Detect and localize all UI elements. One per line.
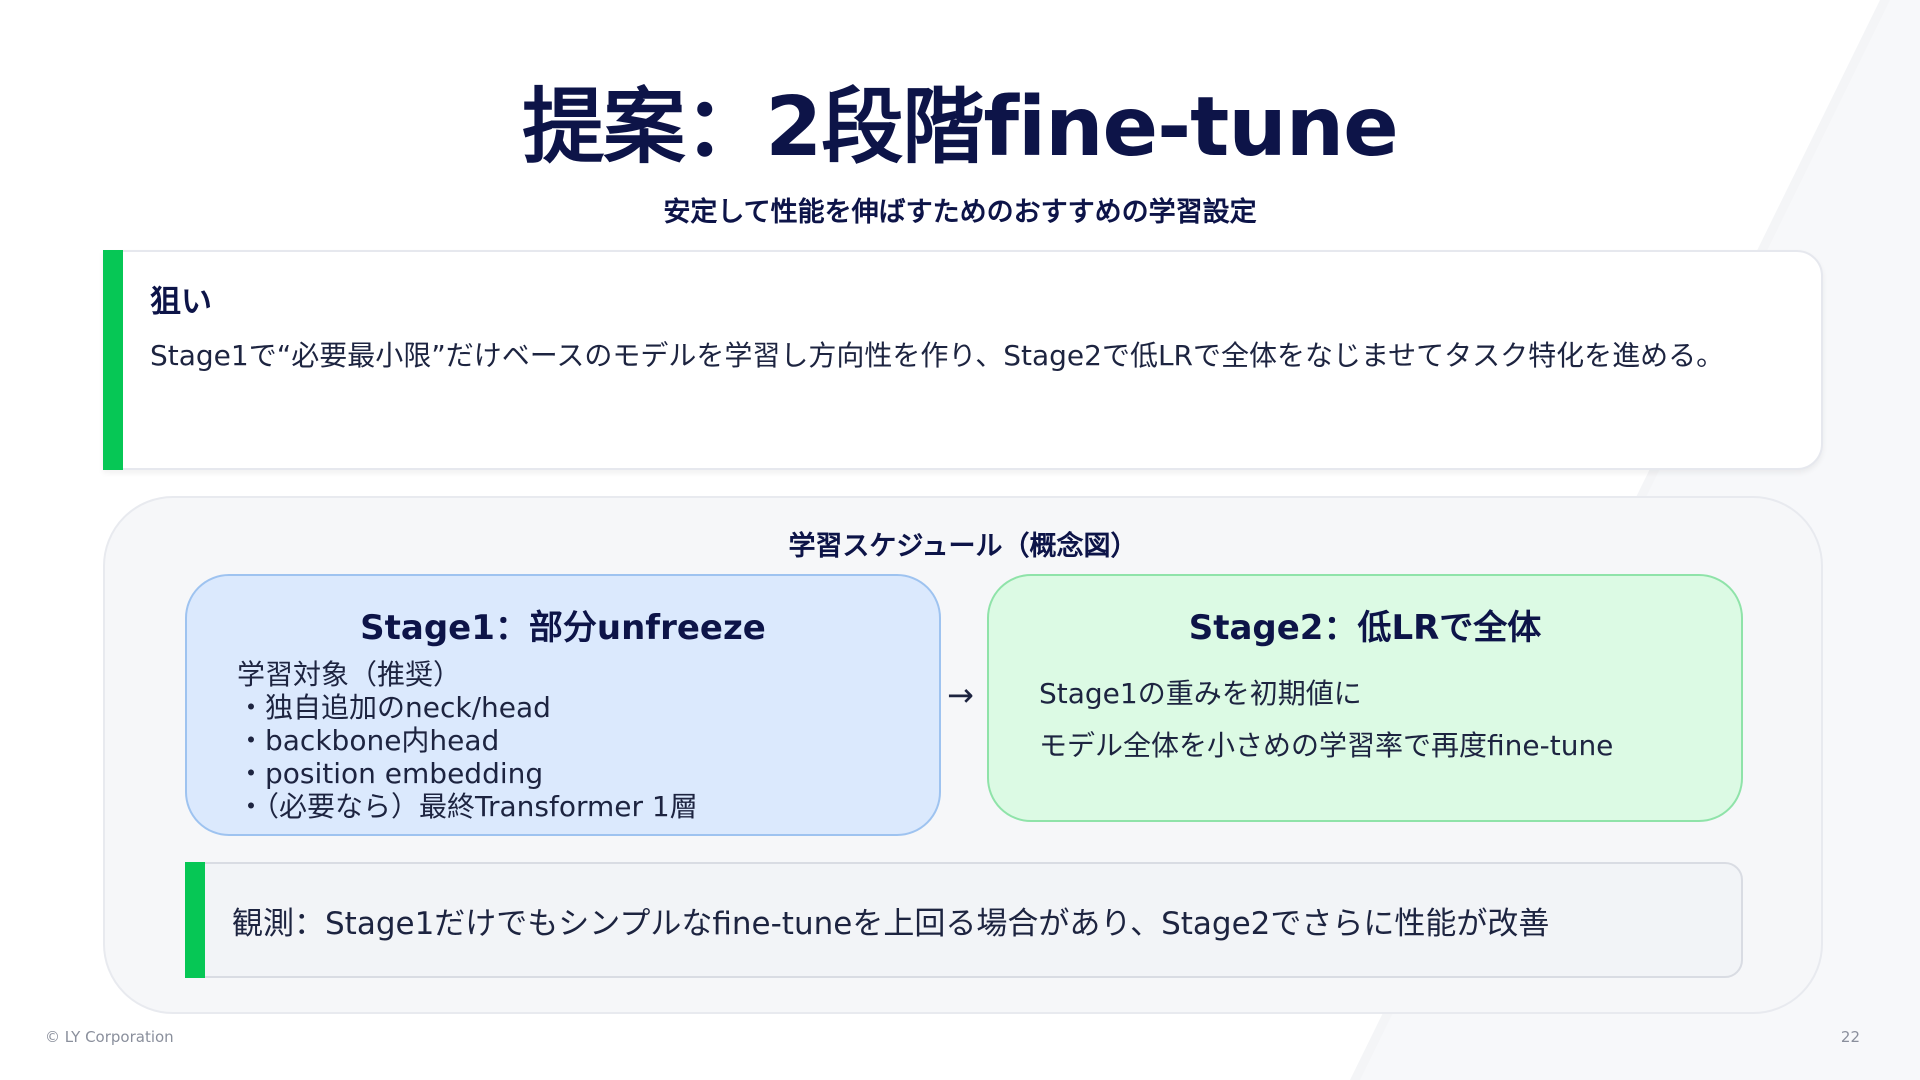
schedule-panel: 学習スケジュール（概念図） Stage1：部分unfreeze 学習対象（推奨）… xyxy=(103,496,1823,1014)
aim-heading: 狙い xyxy=(150,284,212,320)
schedule-title: 学習スケジュール（概念図） xyxy=(788,531,1138,562)
observation-box: 観測：Stage1だけでもシンプルなfine-tuneを上回る場合があり、Sta… xyxy=(185,862,1743,978)
stage1-line: 学習対象（推奨） xyxy=(237,658,462,691)
stage2-line: モデル全体を小さめの学習率で再度fine-tune xyxy=(1039,729,1614,762)
stage1-card: Stage1：部分unfreeze 学習対象（推奨） ・独自追加のneck/he… xyxy=(185,574,941,836)
stage1-line: ・（必要なら）最終Transformer 1層 xyxy=(237,790,698,823)
aim-text: Stage1で“必要最小限”だけベースのモデルを学習し方向性を作り、Stage2… xyxy=(150,339,1725,372)
stage1-list: 学習対象（推奨） ・独自追加のneck/head ・backbone内head … xyxy=(237,658,698,823)
page-subtitle: 安定して性能を伸ばすためのおすすめの学習設定 xyxy=(663,197,1257,228)
stage2-line: Stage1の重みを初期値に xyxy=(1039,677,1362,710)
observation-text: 観測：Stage1だけでもシンプルなfine-tuneを上回る場合があり、Sta… xyxy=(232,906,1550,942)
copyright: © LY Corporation xyxy=(45,1028,174,1046)
stage1-line: ・position embedding xyxy=(237,757,544,790)
aim-card: 狙い Stage1で“必要最小限”だけベースのモデルを学習し方向性を作り、Sta… xyxy=(103,250,1823,470)
stage2-list: Stage1の重みを初期値に モデル全体を小さめの学習率で再度fine-tune xyxy=(1039,668,1613,772)
observation-accent-bar xyxy=(185,862,205,978)
aim-accent-bar xyxy=(103,250,123,470)
arrow-right-icon: → xyxy=(947,676,974,714)
stage2-card: Stage2：低LRで全体 Stage1の重みを初期値に モデル全体を小さめの学… xyxy=(987,574,1743,822)
stage1-line: ・backbone内head xyxy=(237,724,500,757)
stage2-title: Stage2：低LRで全体 xyxy=(1188,608,1542,648)
stage1-title: Stage1：部分unfreeze xyxy=(360,608,766,648)
stage1-line: ・独自追加のneck/head xyxy=(237,691,551,724)
page-title: 提案：2段階fine-tune xyxy=(522,80,1398,175)
page-number: 22 xyxy=(1840,1028,1860,1046)
